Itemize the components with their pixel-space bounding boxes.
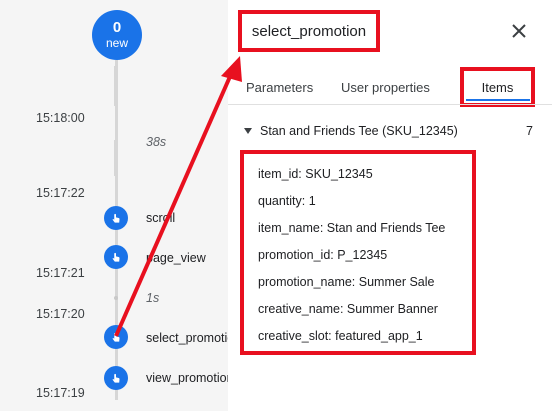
param-creative-slot: creative_slot: featured_app_1 — [258, 329, 423, 343]
timestamp: 15:17:22 — [36, 186, 85, 200]
param-quantity: quantity: 1 — [258, 194, 316, 208]
duration-label: 1s — [146, 291, 160, 305]
timeline-line — [115, 60, 118, 400]
caret-down-icon — [244, 128, 252, 134]
close-button[interactable] — [506, 18, 532, 44]
param-item-name: item_name: Stan and Friends Tee — [258, 221, 446, 235]
duration-label: 38s — [146, 135, 167, 149]
tab-parameters[interactable]: Parameters — [246, 80, 313, 95]
close-icon — [512, 24, 526, 38]
active-tab-indicator — [466, 99, 530, 101]
duration-bar — [114, 140, 118, 176]
event-name[interactable]: page_view — [146, 251, 206, 265]
timestamp: 15:18:00 — [36, 111, 85, 125]
timeline-dot — [114, 296, 118, 300]
timestamp: 15:17:21 — [36, 266, 85, 280]
timestamp: 15:17:19 — [36, 386, 85, 400]
event-name[interactable]: scroll — [146, 211, 175, 225]
touch-icon[interactable] — [104, 245, 128, 269]
param-item-id: item_id: SKU_12345 — [258, 167, 373, 181]
item-title: Stan and Friends Tee (SKU_12345) — [260, 124, 458, 138]
event-timeline: 0 new 15:18:00 15:17:22 15:17:21 15:17:2… — [0, 0, 228, 411]
touch-icon[interactable] — [104, 325, 128, 349]
param-creative-name: creative_name: Summer Banner — [258, 302, 438, 316]
item-header[interactable]: Stan and Friends Tee (SKU_12345) — [244, 124, 458, 138]
timestamp: 15:17:20 — [36, 307, 85, 321]
new-events-badge[interactable]: 0 new — [92, 10, 142, 60]
item-parameters-list: item_id: SKU_12345 quantity: 1 item_name… — [240, 150, 476, 355]
tab-items[interactable]: Items — [460, 67, 535, 107]
event-name[interactable]: select_promotion — [146, 331, 228, 345]
item-param-count: 7 — [526, 124, 533, 138]
param-promotion-id: promotion_id: P_12345 — [258, 248, 388, 262]
tabs-divider — [228, 104, 552, 105]
tab-user-properties[interactable]: User properties — [341, 80, 430, 95]
event-title: select_promotion — [238, 10, 380, 52]
touch-icon[interactable] — [104, 206, 128, 230]
new-label: new — [105, 36, 128, 50]
touch-icon[interactable] — [104, 366, 128, 390]
param-promotion-name: promotion_name: Summer Sale — [258, 275, 435, 289]
event-name[interactable]: view_promotion — [146, 371, 228, 385]
duration-bar — [114, 66, 118, 106]
new-count: 0 — [112, 19, 122, 36]
